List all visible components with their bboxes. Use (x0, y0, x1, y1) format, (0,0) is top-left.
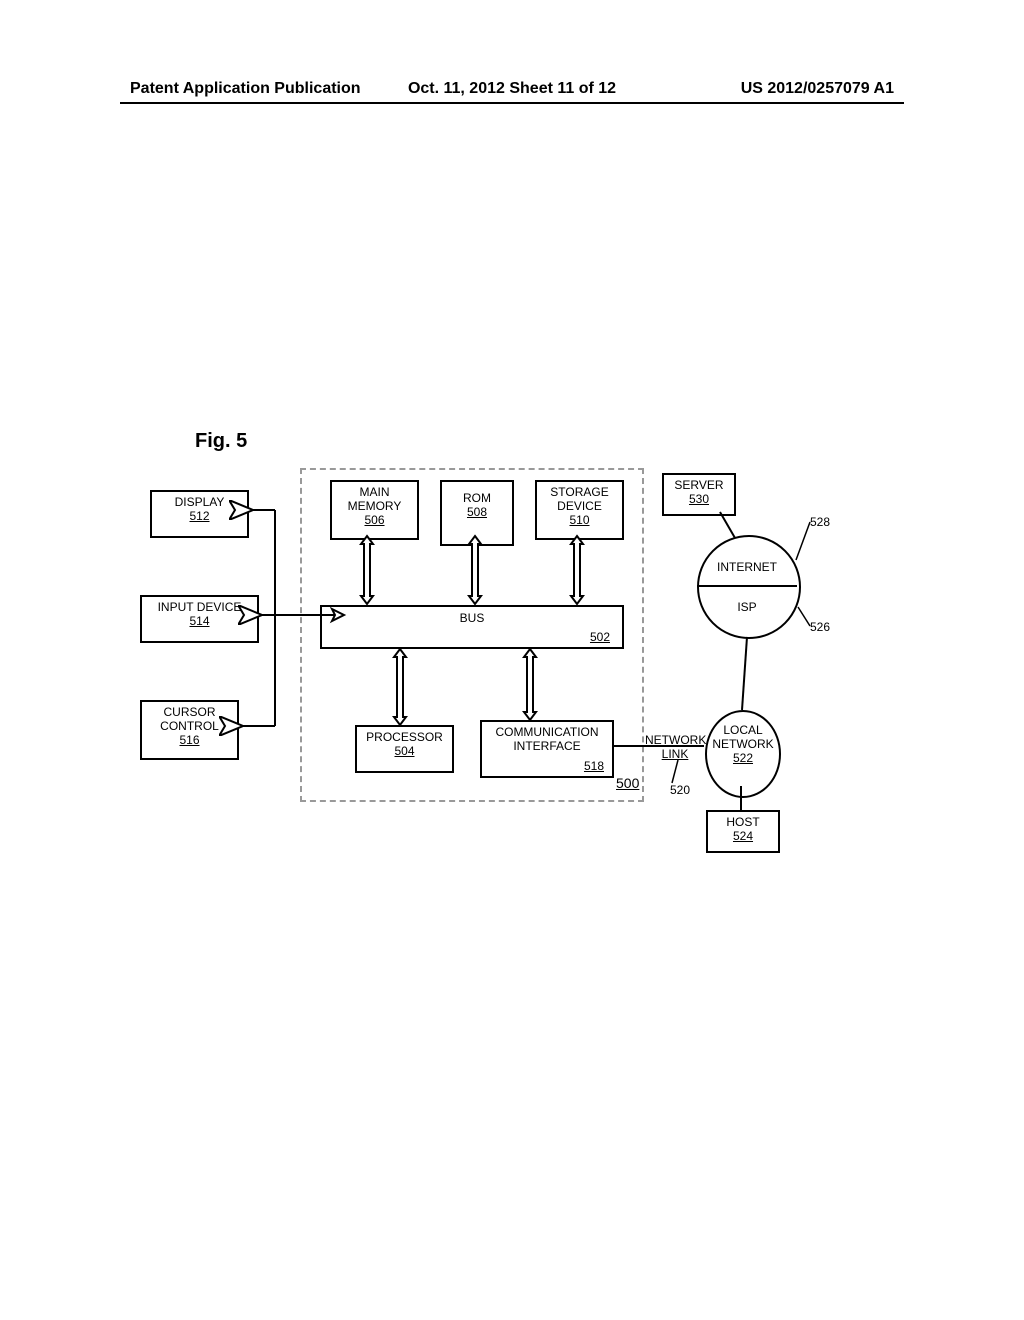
main-memory-label-1: MAIN (332, 486, 417, 500)
internet-isp-divider (697, 585, 797, 587)
input-device-ref: 514 (142, 615, 257, 629)
communication-interface-label-2: INTERFACE (482, 740, 612, 754)
storage-device-label-2: DEVICE (537, 500, 622, 514)
rom-ref: 508 (442, 506, 512, 520)
server-label: SERVER (664, 479, 734, 493)
processor-box: PROCESSOR 504 (355, 725, 454, 773)
internet-callout: 528 (810, 515, 830, 529)
header-rule (120, 102, 904, 104)
host-ref: 524 (708, 830, 778, 844)
input-device-box: INPUT DEVICE 514 (140, 595, 259, 643)
storage-device-ref: 510 (537, 514, 622, 528)
main-memory-ref: 506 (332, 514, 417, 528)
communication-interface-box: COMMUNICATION INTERFACE 518 (480, 720, 614, 778)
cursor-control-label-2: CONTROL (142, 720, 237, 734)
bus-box: BUS 502 (320, 605, 624, 649)
rom-box: ROM 508 (440, 480, 514, 546)
processor-label: PROCESSOR (357, 731, 452, 745)
cursor-control-ref: 516 (142, 734, 237, 748)
cursor-control-label-1: CURSOR (142, 706, 237, 720)
computer-ref: 500 (616, 775, 639, 791)
local-network-label-1: LOCAL (707, 724, 779, 738)
display-box: DISPLAY 512 (150, 490, 249, 538)
network-link-label: NETWORK LINK (645, 733, 705, 761)
cursor-control-box: CURSOR CONTROL 516 (140, 700, 239, 760)
server-box: SERVER 530 (662, 473, 736, 516)
processor-ref: 504 (357, 745, 452, 759)
host-box: HOST 524 (706, 810, 780, 853)
page: Patent Application Publication Oct. 11, … (0, 0, 1024, 1320)
network-link-label-2: LINK (645, 747, 705, 761)
host-label: HOST (708, 816, 778, 830)
storage-device-label-1: STORAGE (537, 486, 622, 500)
server-ref: 530 (664, 493, 734, 507)
bus-label: BUS (322, 611, 622, 625)
internet-isp-circle (697, 535, 801, 639)
communication-interface-label-1: COMMUNICATION (482, 726, 612, 740)
local-network-ref: 522 (707, 752, 779, 766)
display-label: DISPLAY (152, 496, 247, 510)
local-network-label-2: NETWORK (707, 738, 779, 752)
network-link-ref: 520 (670, 783, 690, 797)
bus-ref: 502 (590, 630, 610, 644)
display-ref: 512 (152, 510, 247, 524)
storage-device-box: STORAGE DEVICE 510 (535, 480, 624, 540)
figure-title: Fig. 5 (195, 430, 247, 453)
main-memory-label-2: MEMORY (332, 500, 417, 514)
rom-label: ROM (442, 492, 512, 506)
isp-label: ISP (697, 600, 797, 614)
main-memory-box: MAIN MEMORY 506 (330, 480, 419, 540)
header-right: US 2012/0257079 A1 (741, 80, 894, 98)
communication-interface-ref: 518 (584, 760, 604, 774)
internet-label: INTERNET (697, 560, 797, 574)
isp-callout: 526 (810, 620, 830, 634)
network-link-label-1: NETWORK (645, 733, 705, 747)
input-device-label: INPUT DEVICE (142, 601, 257, 615)
local-network-circle: LOCAL NETWORK 522 (705, 710, 781, 798)
